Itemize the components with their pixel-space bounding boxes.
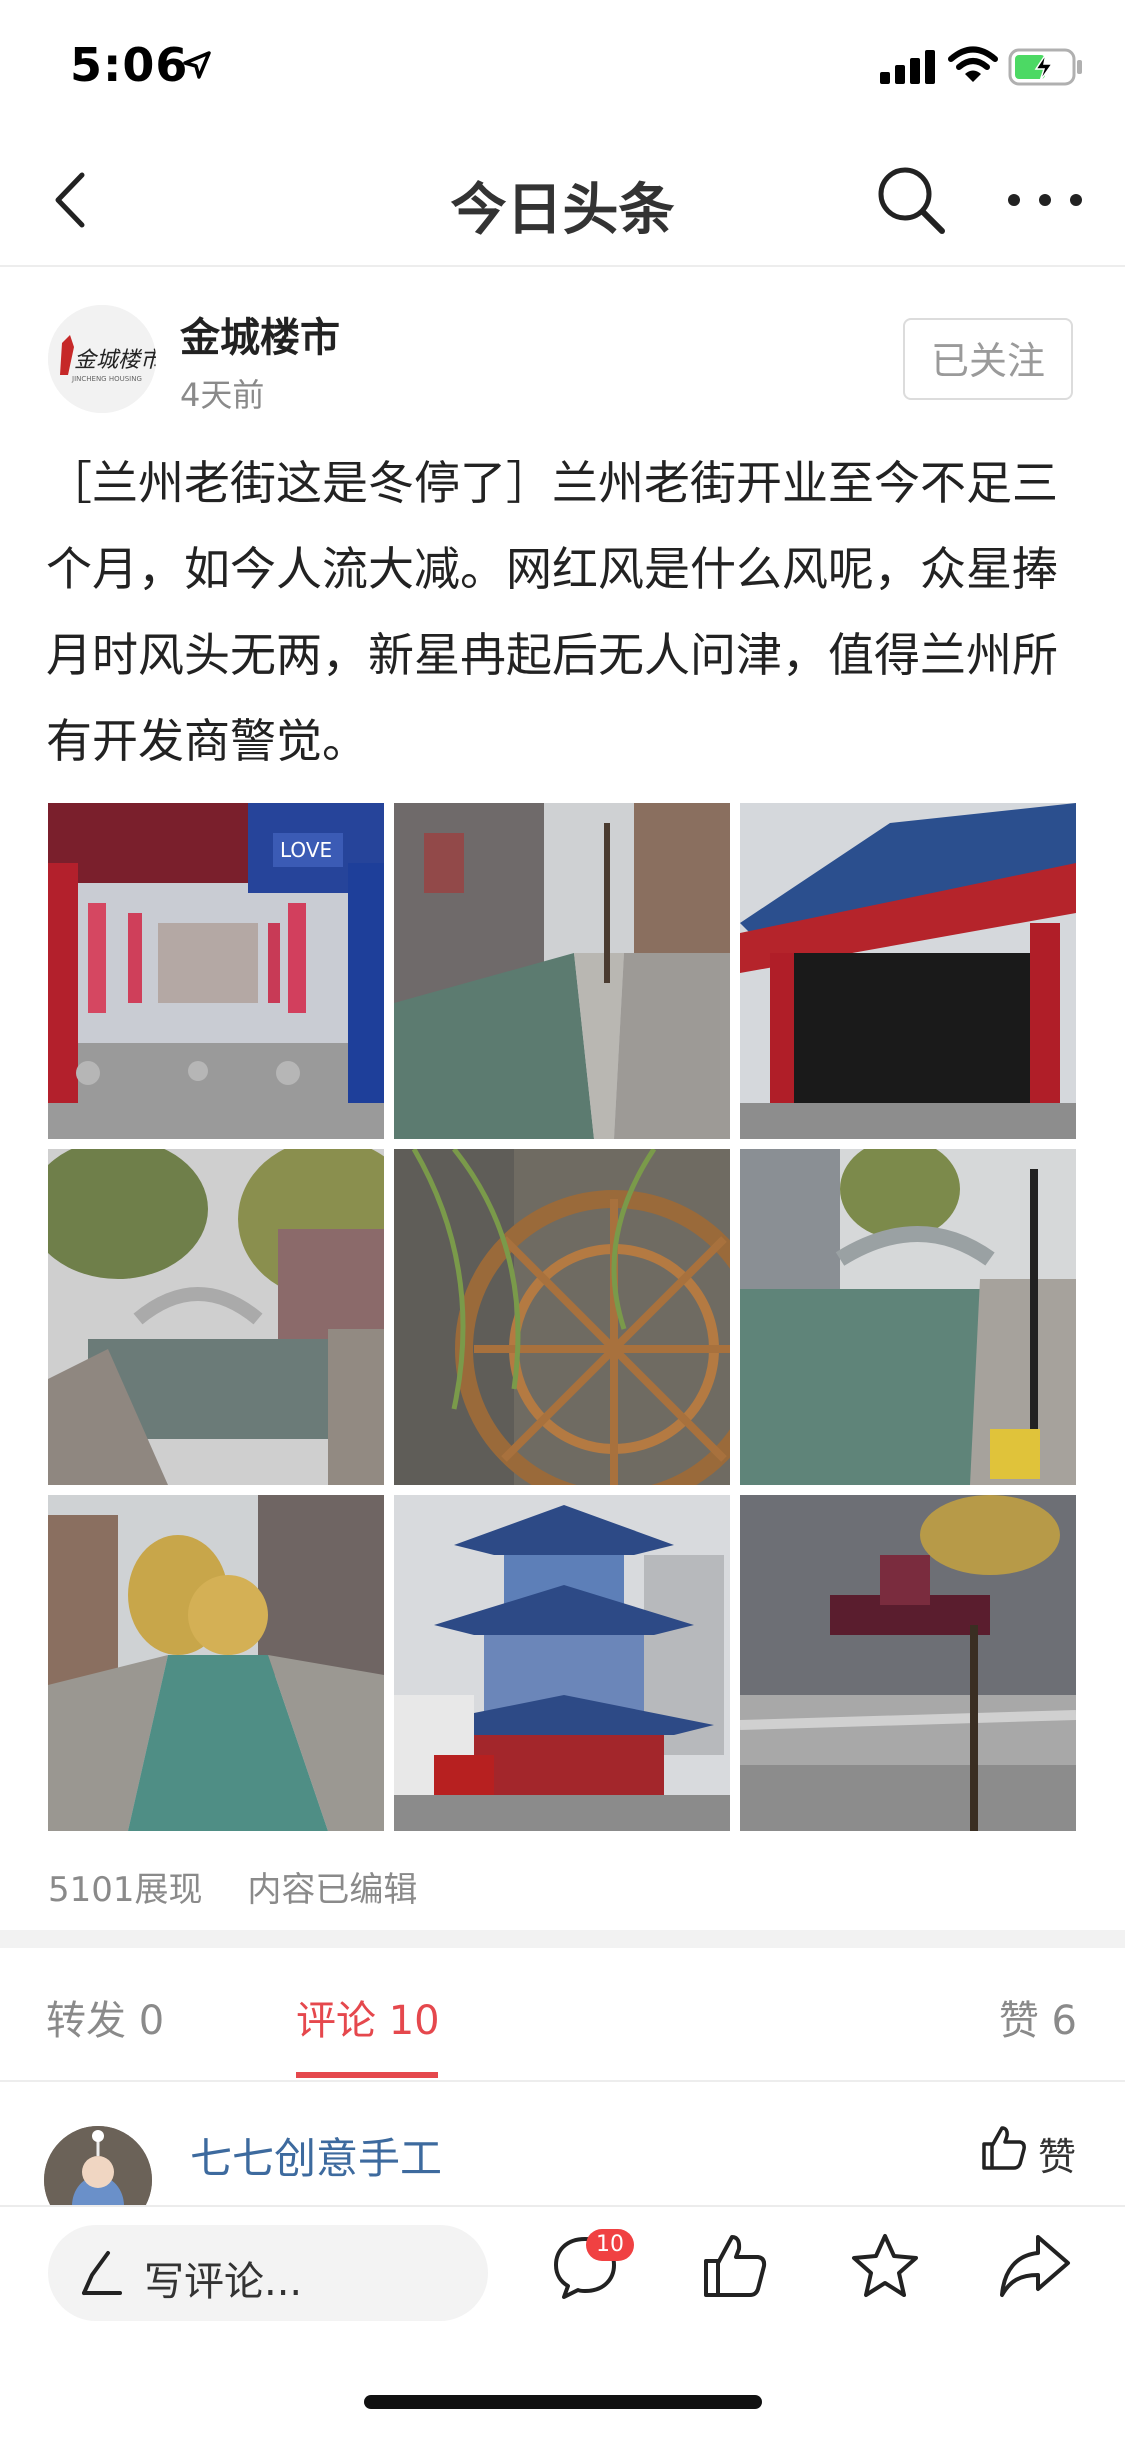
signal-icon bbox=[880, 50, 935, 84]
author-avatar[interactable]: 金城楼市 JINCHENG HOUSING bbox=[48, 305, 156, 413]
photo-canal-walkway[interactable] bbox=[394, 803, 730, 1139]
status-bar: 5:06 bbox=[0, 0, 1125, 135]
home-indicator bbox=[364, 2395, 762, 2409]
follow-button[interactable]: 已关注 bbox=[903, 318, 1073, 400]
page-title: 今日头条 bbox=[450, 178, 675, 243]
comment-count-badge: 10 bbox=[586, 2229, 634, 2261]
author-logo-icon: 金城楼市 JINCHENG HOUSING bbox=[48, 305, 156, 413]
share-icon[interactable] bbox=[998, 2231, 1072, 2301]
photo-street-entrance[interactable]: LOVE bbox=[48, 803, 384, 1139]
wifi-icon bbox=[948, 46, 998, 82]
photo-canal-bridge[interactable] bbox=[740, 1149, 1076, 1485]
svg-text:LOVE: LOVE bbox=[280, 838, 332, 862]
photo-grey-building[interactable] bbox=[740, 1495, 1076, 1831]
post-content: ［兰州老街这是冬停了］兰州老街开业至今不足三个月，如今人流大减。网红风是什么风呢… bbox=[46, 456, 1058, 768]
status-time: 5:06 bbox=[70, 38, 189, 92]
star-icon[interactable] bbox=[850, 2231, 920, 2301]
write-comment-input[interactable]: 写评论... bbox=[48, 2225, 488, 2321]
write-comment-placeholder: 写评论... bbox=[144, 2259, 303, 2305]
author-name[interactable]: 金城楼市 bbox=[180, 305, 340, 363]
tab-comment[interactable]: 评论 10 bbox=[296, 1988, 440, 2046]
svg-text:JINCHENG HOUSING: JINCHENG HOUSING bbox=[71, 375, 142, 383]
photo-canal-view[interactable] bbox=[48, 1495, 384, 1831]
post-time: 4天前 bbox=[180, 376, 265, 414]
active-tab-indicator bbox=[296, 2072, 438, 2078]
interaction-tabs: 转发 0 评论 10 赞 6 bbox=[0, 1948, 1125, 2082]
edited-label: 内容已编辑 bbox=[247, 1870, 418, 1910]
thumbs-up-icon[interactable] bbox=[980, 2124, 1028, 2172]
section-divider bbox=[0, 1930, 1125, 1948]
tab-like[interactable]: 赞 6 bbox=[999, 1988, 1077, 2046]
photo-pagoda-tower[interactable] bbox=[394, 1495, 730, 1831]
bottom-bar: 写评论... 10 bbox=[0, 2205, 1125, 2438]
tab-repost[interactable]: 转发 0 bbox=[46, 1988, 164, 2046]
photo-opera-stage[interactable] bbox=[740, 803, 1076, 1139]
comment-like-label[interactable]: 赞 bbox=[1038, 2126, 1076, 2181]
nav-bar: 今日头条 bbox=[0, 135, 1125, 267]
photo-water-wheel[interactable] bbox=[394, 1149, 730, 1485]
view-count: 5101展现 bbox=[48, 1870, 203, 1910]
location-arrow-icon bbox=[183, 51, 211, 79]
search-icon[interactable] bbox=[872, 161, 948, 237]
commenter-name[interactable]: 七七创意手工 bbox=[190, 2125, 442, 2186]
photo-willow-bridge[interactable] bbox=[48, 1149, 384, 1485]
more-icon[interactable] bbox=[1006, 185, 1084, 215]
like-icon[interactable] bbox=[700, 2231, 770, 2301]
svg-text:金城楼市: 金城楼市 bbox=[74, 348, 156, 373]
battery-charging-icon bbox=[1008, 48, 1082, 86]
post-meta: 5101展现 内容已编辑 bbox=[48, 1862, 451, 1911]
pen-icon bbox=[82, 2251, 122, 2295]
image-grid: LOVE bbox=[48, 803, 1076, 1831]
